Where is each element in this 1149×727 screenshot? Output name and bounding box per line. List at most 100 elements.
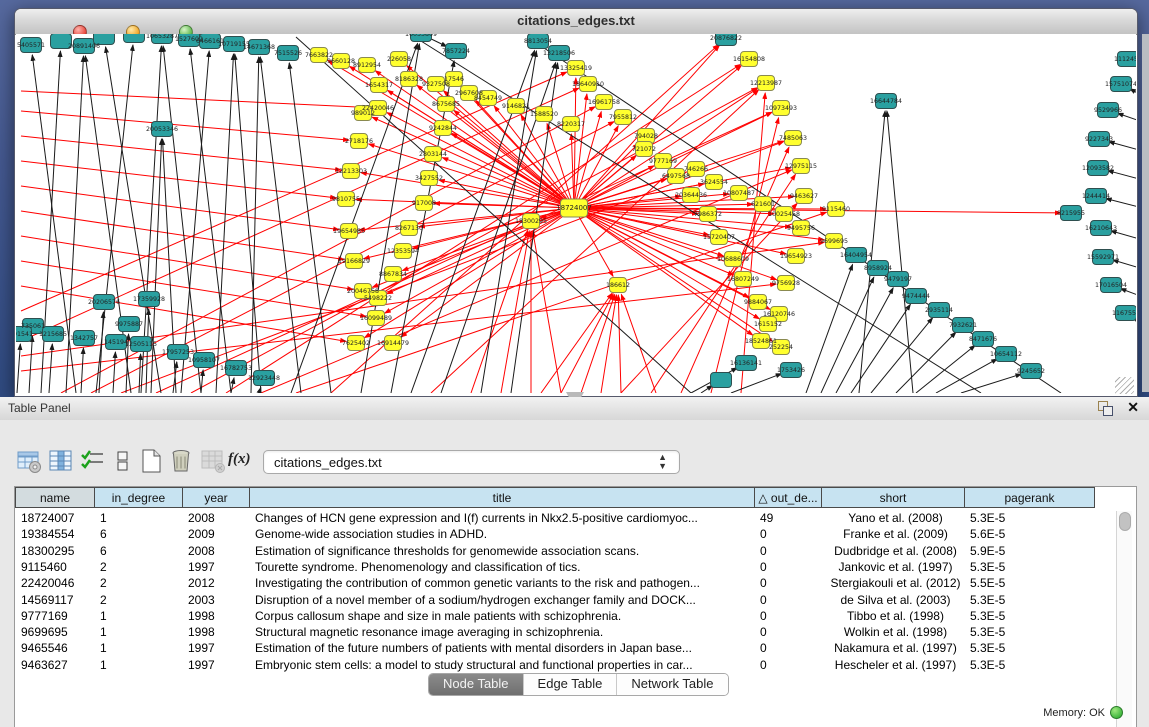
graph-edge[interactable] — [21, 211, 344, 260]
graph-node-label: 20891406 — [68, 43, 100, 50]
table-row[interactable]: 1830029562008Estimation of significance … — [15, 543, 1090, 560]
graph-edge[interactable] — [1113, 260, 1136, 269]
delete-rows-icon[interactable] — [168, 448, 194, 474]
graph-node-label: 16961758 — [588, 99, 620, 106]
graph-node[interactable] — [711, 373, 732, 388]
table-row[interactable]: 1456911722003Disruption of a novel membe… — [15, 592, 1090, 609]
graph-edge[interactable] — [731, 374, 782, 393]
table-cell: 0 — [754, 608, 821, 625]
graph-edge[interactable] — [574, 94, 587, 208]
graph-node-label: 3624554 — [700, 179, 728, 186]
citation-network-graph[interactable]: 1872400718300295540557120891406106532871… — [16, 34, 1136, 393]
new-table-icon[interactable] — [138, 448, 164, 474]
column-header-short[interactable]: short — [821, 487, 965, 508]
table-row[interactable]: 1872400712008Changes of HCN gene express… — [15, 510, 1090, 527]
memory-status-icon — [1110, 706, 1123, 719]
table-row[interactable]: 911546021997Tourette syndrome. Phenomeno… — [15, 559, 1090, 576]
network-canvas[interactable]: 1872400718300295540557120891406106532871… — [16, 34, 1136, 396]
column-header-out_de[interactable]: △ out_de... — [754, 487, 822, 508]
window-resize-grip[interactable] — [1115, 377, 1134, 394]
graph-edge[interactable] — [1117, 113, 1136, 122]
graph-edge[interactable] — [113, 352, 115, 393]
graph-node-label: 7955812 — [609, 114, 637, 121]
close-panel-icon[interactable]: ✕ — [1127, 399, 1139, 416]
graph-node-label: 8471676 — [969, 336, 997, 343]
graph-node-label: 7857224 — [442, 48, 470, 55]
graph-edge[interactable] — [1120, 289, 1136, 297]
graph-edge[interactable] — [601, 295, 616, 393]
tab-edge-table[interactable]: Edge Table — [524, 674, 618, 695]
graph-edge[interactable] — [871, 318, 933, 393]
function-builder-icon[interactable]: f(x) — [228, 451, 262, 477]
graph-node-label: 12353594 — [387, 248, 419, 255]
column-header-year[interactable]: year — [182, 487, 250, 508]
graph-edge[interactable] — [139, 354, 141, 393]
graph-edge[interactable] — [235, 54, 261, 393]
tab-node-table[interactable]: Node Table — [429, 674, 524, 695]
table-cell: 5.3E-5 — [964, 640, 1094, 657]
graph-edge[interactable] — [21, 91, 368, 108]
splitter-handle[interactable] — [566, 392, 584, 397]
graph-edge[interactable] — [916, 345, 975, 393]
desktop-background: citations_edges.txt 18724007183002955405… — [0, 0, 1149, 397]
scrollbar-thumb[interactable] — [1119, 512, 1131, 531]
table-cell: Tourette syndrome. Phenomenology and cla… — [249, 559, 754, 576]
graph-node-label: 1654317 — [365, 82, 393, 89]
table-mode-icon[interactable] — [16, 448, 42, 474]
float-panel-icon[interactable] — [1098, 401, 1113, 415]
table-row[interactable]: 946362711997Embryonic stem cells: a mode… — [15, 657, 1090, 674]
graph-edge[interactable] — [21, 72, 567, 311]
table-row[interactable]: 1938455462009Genome-wide association stu… — [15, 526, 1090, 543]
select-rows-icon[interactable] — [80, 448, 106, 474]
graph-edge[interactable] — [29, 336, 32, 393]
graph-edge[interactable] — [541, 293, 612, 393]
background-window-edge — [1142, 34, 1149, 392]
graph-edge[interactable] — [201, 370, 203, 393]
graph-edge[interactable] — [561, 294, 613, 393]
graph-edge[interactable] — [936, 359, 997, 393]
graph-edge[interactable] — [81, 348, 83, 393]
table-row[interactable]: 2242004622012Investigating the contribut… — [15, 575, 1090, 592]
graph-node-label: 1244414 — [1082, 193, 1110, 200]
graph-edge[interactable] — [231, 378, 234, 393]
graph-edge[interactable] — [681, 147, 789, 393]
table-vertical-scrollbar[interactable] — [1116, 511, 1132, 727]
graph-node-label: 735061 — [21, 323, 45, 330]
graph-edge[interactable] — [1106, 198, 1136, 208]
network-view-window[interactable]: citations_edges.txt 18724007183002955405… — [14, 8, 1138, 397]
column-header-in_degree[interactable]: in_degree — [94, 487, 183, 508]
show-columns-icon[interactable] — [48, 448, 74, 474]
table-selector-dropdown[interactable]: citations_edges.txt ▲▼ — [263, 450, 680, 474]
graph-edge[interactable] — [887, 111, 913, 393]
table-row[interactable]: 977716911998Corpus callosum shape and si… — [15, 608, 1090, 625]
network-window-titlebar[interactable]: citations_edges.txt — [15, 9, 1137, 35]
graph-edge[interactable] — [226, 64, 741, 393]
graph-edge[interactable] — [99, 312, 103, 393]
graph-edge[interactable] — [574, 45, 719, 208]
column-header-pagerank[interactable]: pagerank — [964, 487, 1095, 508]
graph-edge[interactable] — [501, 231, 529, 393]
column-header-title[interactable]: title — [249, 487, 755, 508]
graph-edge[interactable] — [574, 78, 576, 208]
graph-node-label: 9227343 — [1085, 136, 1113, 143]
graph-edge[interactable] — [387, 113, 574, 208]
tab-network-table[interactable]: Network Table — [617, 674, 727, 695]
table-row[interactable]: 969969511998Structural magnetic resonanc… — [15, 624, 1090, 641]
column-header-name[interactable]: name — [15, 487, 95, 508]
table-cell: Embryonic stem cells: a model to study s… — [249, 657, 754, 674]
table-row[interactable]: 946554611997Estimation of the future num… — [15, 640, 1090, 657]
graph-edge[interactable] — [621, 294, 656, 393]
graph-edge[interactable] — [17, 344, 20, 393]
graph-edge[interactable] — [32, 55, 76, 393]
graph-edge[interactable] — [21, 111, 349, 140]
graph-node-label: 20046758 — [347, 288, 379, 295]
graph-edge[interactable] — [961, 374, 1021, 393]
table-cell: Nakamura et al. (1997) — [821, 640, 964, 657]
graph-edge[interactable] — [618, 295, 621, 393]
graph-edge[interactable] — [821, 277, 874, 393]
row-height-icon[interactable] — [110, 448, 136, 474]
graph-edge[interactable] — [896, 332, 956, 393]
delete-table-icon[interactable] — [200, 448, 226, 474]
graph-node[interactable] — [124, 34, 145, 43]
graph-edge[interactable] — [21, 136, 341, 170]
